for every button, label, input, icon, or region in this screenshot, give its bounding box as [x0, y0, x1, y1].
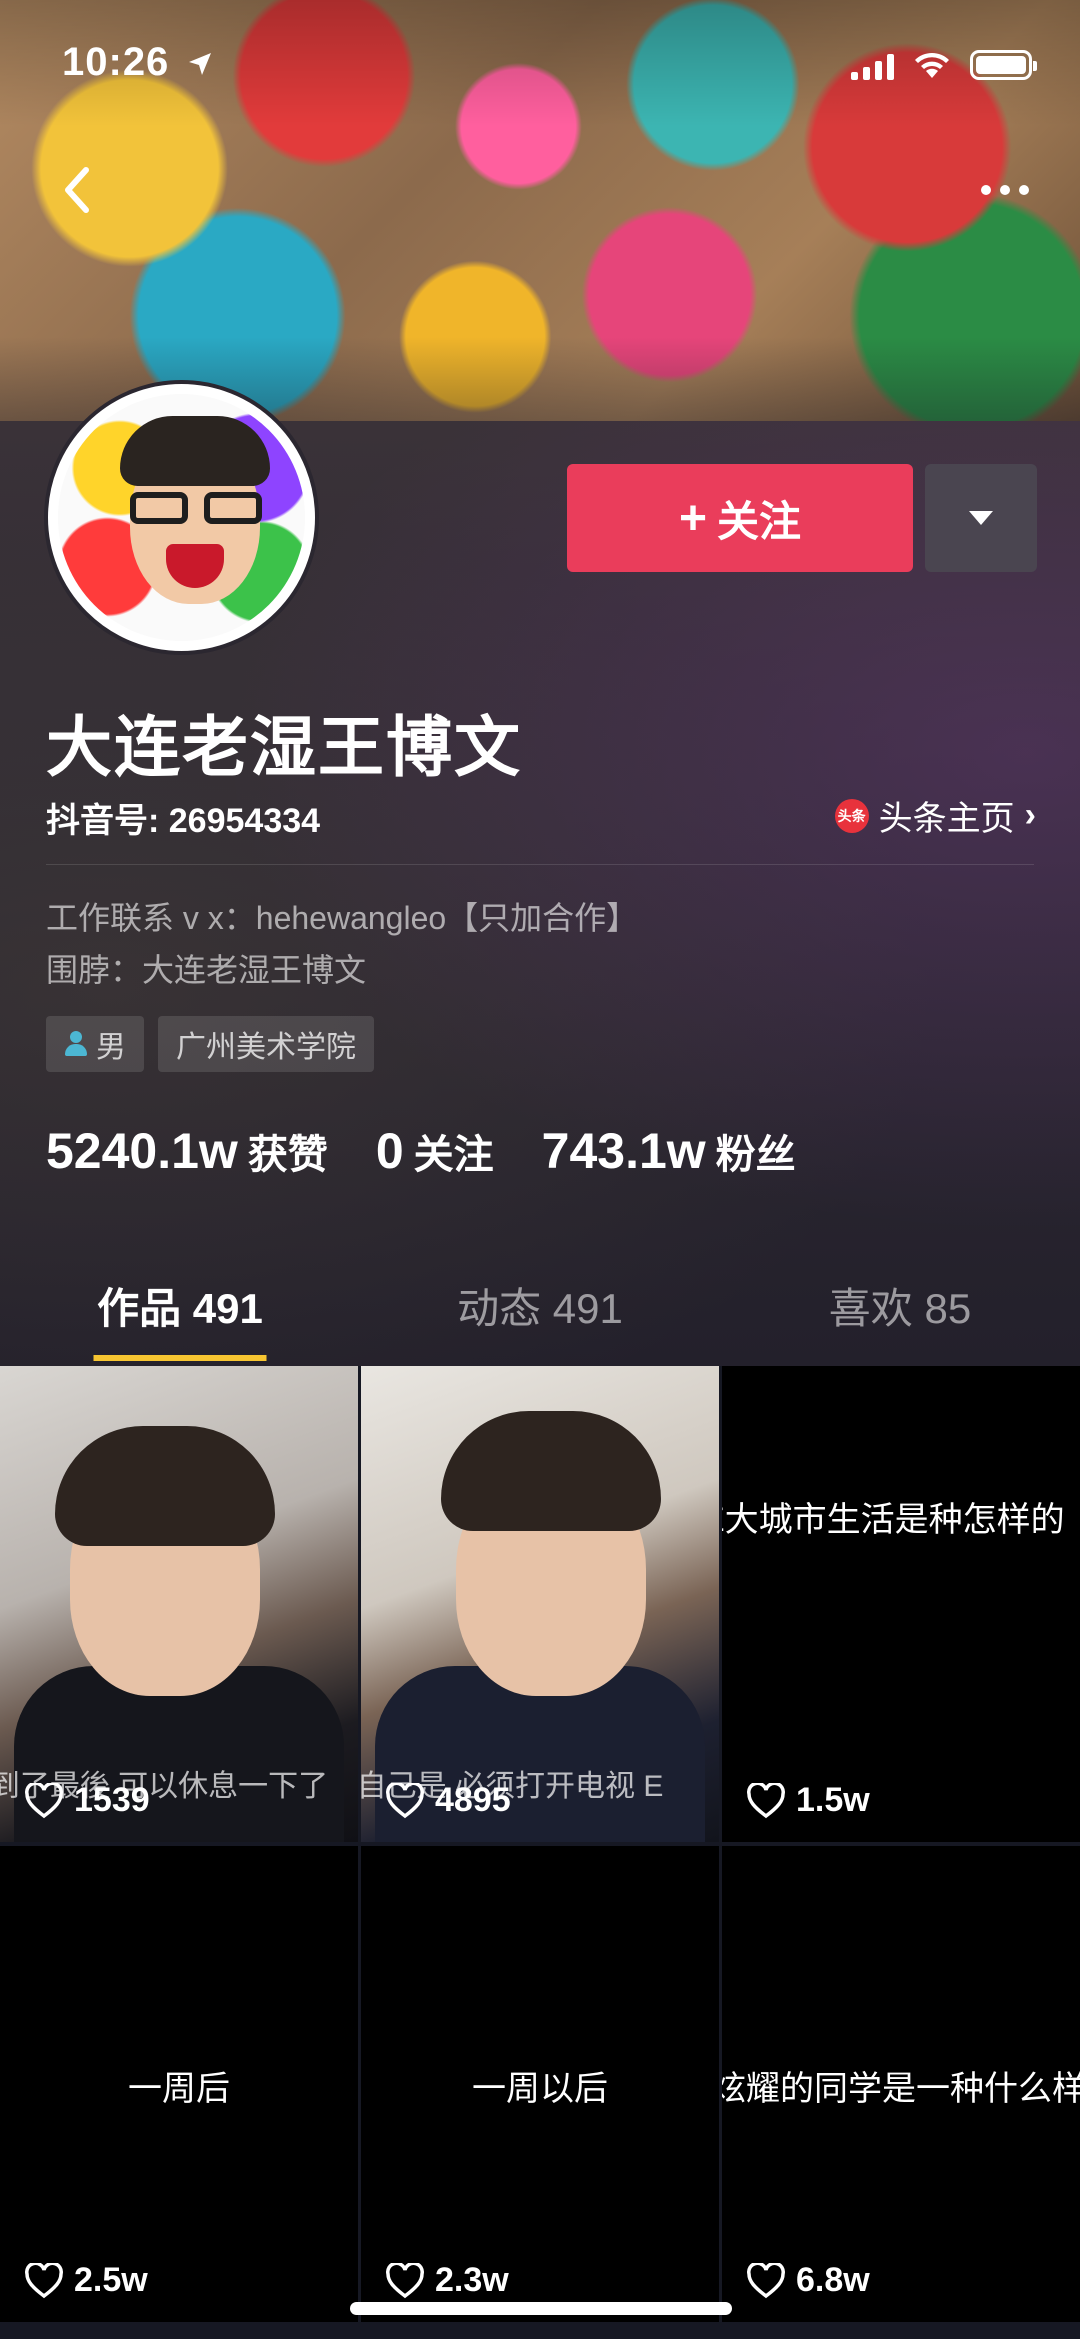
status-bar: 10:26: [0, 0, 1080, 130]
video-like-count: 4895: [385, 1781, 511, 1820]
video-like-count: 2.5w: [24, 2261, 148, 2300]
home-indicator[interactable]: [350, 2302, 732, 2315]
bio-line: 工作联系 v x：hehewangleo【只加合作】: [46, 900, 639, 936]
bio: 工作联系 v x：hehewangleo【只加合作】 围脖：大连老湿王博文: [46, 892, 638, 996]
caret-down-icon: [969, 511, 993, 525]
content-tabs: 作品 491 动态 491 喜欢 85: [0, 1245, 1080, 1365]
video-thumbnail[interactable]: 自己是 必须打开电视 E 4895: [361, 1366, 719, 1842]
toutiao-icon: 头条: [834, 798, 869, 833]
video-thumbnail[interactable]: 到了最後 可以休息一下了 1539: [0, 1366, 358, 1842]
cellular-signal-icon: [851, 54, 894, 80]
heart-icon: [747, 1782, 785, 1818]
heart-icon: [386, 2262, 424, 2298]
avatar[interactable]: [44, 380, 319, 655]
video-caption: 一周以后: [472, 2070, 608, 2108]
bio-line: 围脖：大连老湿王博文: [46, 952, 367, 988]
video-like-count: 2.3w: [385, 2261, 509, 2300]
tab-moments[interactable]: 动态 491: [360, 1245, 720, 1365]
wifi-icon: [915, 52, 949, 78]
profile-name: 大连老湿王博文: [46, 710, 522, 784]
video-like-count: 6.8w: [746, 2261, 870, 2300]
follow-button[interactable]: + 关注: [567, 464, 913, 572]
person-icon: [64, 1031, 88, 1057]
recommend-dropdown-button[interactable]: [925, 464, 1037, 572]
heart-icon: [25, 1782, 63, 1818]
likes-stat: 5240.1w 获赞: [46, 1123, 328, 1179]
plus-icon: +: [678, 491, 707, 545]
status-time: 10:26: [62, 40, 213, 85]
video-thumbnail[interactable]: E大城市生活是种怎样的 1.5w: [722, 1366, 1080, 1842]
video-caption: E大城市生活是种怎样的: [722, 1501, 1065, 1539]
chevron-right-icon: ›: [1024, 796, 1036, 834]
video-thumbnail[interactable]: 一周以后 2.3w: [361, 1846, 719, 2322]
location-arrow-icon: [189, 53, 212, 76]
video-grid: 到了最後 可以休息一下了 1539 自己是 必须打开电视 E 4895 E大城市…: [0, 1366, 1080, 2322]
video-thumbnail[interactable]: 一周后 2.5w: [0, 1846, 358, 2322]
video-like-count: 1.5w: [746, 1781, 870, 1820]
toutiao-homepage-link[interactable]: 头条 头条主页 ›: [834, 791, 1036, 840]
video-like-count: 1539: [24, 1781, 150, 1820]
back-arrow-icon[interactable]: [48, 160, 108, 220]
profile-tags: 男 广州美术学院: [46, 1016, 374, 1072]
divider: [46, 864, 1034, 865]
followers-stat[interactable]: 743.1w 粉丝: [542, 1122, 796, 1180]
video-thumbnail[interactable]: 炫耀的同学是一种什么样的 6.8w: [722, 1846, 1080, 2322]
douyin-id: 抖音号: 26954334: [46, 802, 321, 840]
follow-label: 关注: [717, 497, 802, 545]
battery-icon: [970, 50, 1037, 80]
tab-likes[interactable]: 喜欢 85: [720, 1245, 1080, 1365]
heart-icon: [386, 1782, 424, 1818]
toutiao-label: 头条主页: [878, 800, 1015, 838]
video-caption: 一周后: [128, 2070, 230, 2108]
school-tag: 广州美术学院: [158, 1016, 374, 1072]
heart-icon: [25, 2262, 63, 2298]
status-icons: [851, 50, 1037, 80]
tab-works[interactable]: 作品 491: [0, 1245, 360, 1365]
more-options-icon[interactable]: [970, 170, 1040, 210]
following-stat[interactable]: 0 关注: [376, 1122, 494, 1180]
gender-tag: 男: [46, 1016, 144, 1072]
heart-icon: [747, 2262, 785, 2298]
video-caption: 炫耀的同学是一种什么样的: [722, 2070, 1080, 2108]
profile-stats: 5240.1w 获赞 0 关注 743.1w 粉丝: [46, 1122, 796, 1180]
